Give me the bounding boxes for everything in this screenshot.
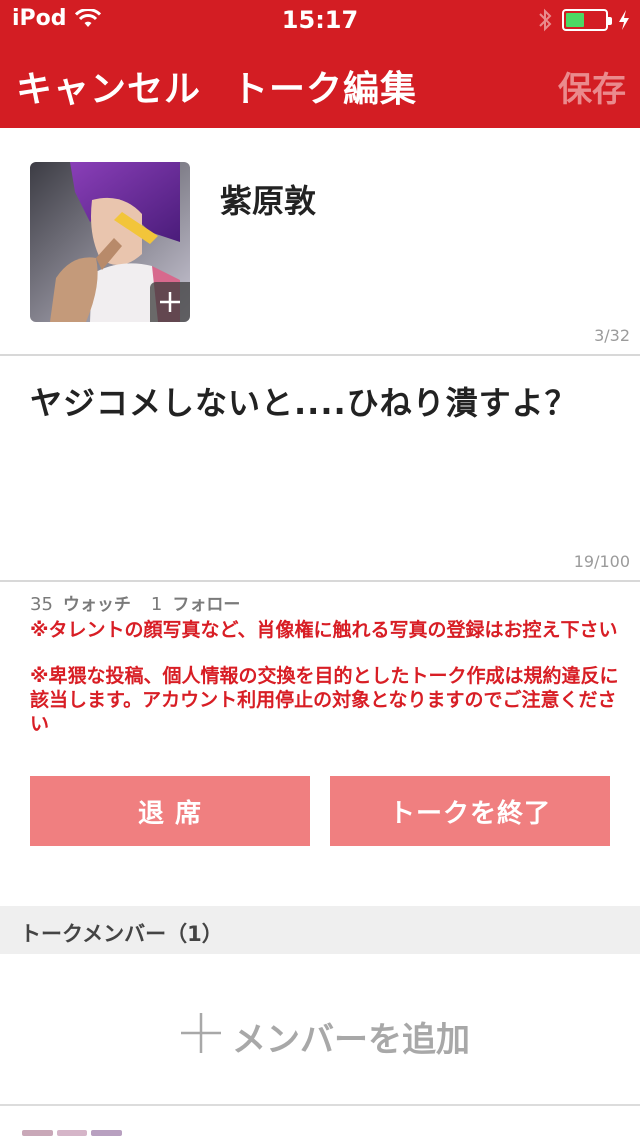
add-member-button[interactable]: メンバーを追加 (0, 954, 640, 1106)
description-char-counter: 19/100 (573, 552, 630, 571)
save-button[interactable]: 保存 (558, 62, 626, 111)
talk-profile-section: 紫原敦 3/32 (0, 128, 640, 356)
battery-level (566, 13, 584, 27)
follow-count: 1 (150, 594, 163, 615)
notice-portrait-rights: ※タレントの顔写真など、肖像権に触れる写真の登録はお控え下さい (30, 619, 618, 641)
member-list-item[interactable] (22, 1130, 123, 1136)
talk-description-field[interactable]: ヤジコメしないと....ひねり潰すよ？ (30, 378, 578, 424)
plus-icon (181, 1013, 221, 1053)
plus-icon (160, 292, 180, 312)
battery-icon (562, 9, 612, 31)
bluetooth-icon (539, 8, 552, 32)
name-char-counter: 3/32 (594, 326, 630, 345)
nav-bar: キャンセル トーク編集 保存 (0, 40, 640, 128)
add-member-label: メンバーを追加 (232, 1020, 470, 1060)
charging-bolt-icon (619, 10, 629, 30)
watch-label: ウォッチ (62, 595, 131, 615)
talk-description-box[interactable]: ヤジコメしないと....ひねり潰すよ？ 19/100 (0, 356, 640, 582)
notice-terms-violation: ※卑猥な投稿、個人情報の交換を目的としたトーク作成は規約違反に該当します。アカウ… (30, 665, 619, 735)
cancel-button[interactable]: キャンセル (16, 60, 201, 112)
talk-stats: 35 ウォッチ 1 フォロー (30, 590, 260, 615)
follow-label: フォロー (172, 595, 241, 615)
watch-count: 35 (30, 594, 53, 615)
talk-name-field[interactable]: 紫原敦 (220, 176, 316, 222)
status-right (538, 8, 630, 32)
avatar-add-button[interactable] (150, 282, 190, 322)
talk-avatar[interactable] (30, 162, 190, 322)
leave-button[interactable]: 退 席 (30, 776, 310, 846)
page-title: トーク編集 (232, 69, 418, 110)
status-bar: iPod 15:17 (0, 0, 640, 40)
end-talk-button[interactable]: トークを終了 (330, 776, 610, 846)
members-header: トークメンバー（1） (0, 906, 640, 954)
members-title: トークメンバー（1） (20, 922, 223, 946)
